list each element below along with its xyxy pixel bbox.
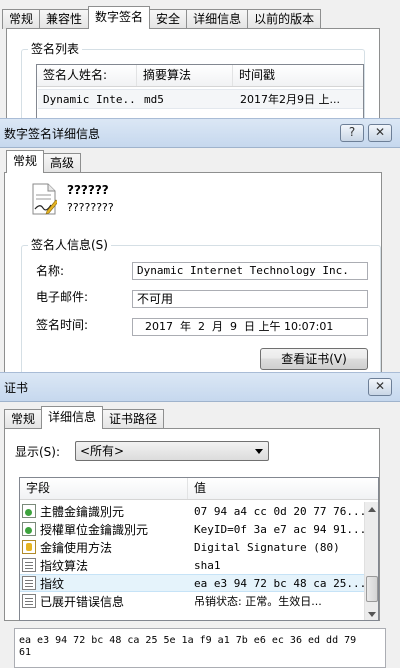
tab-advanced[interactable]: 高级 [43,153,82,173]
fields-list[interactable]: 字段 值 主體金鑰識別元 07 94 a4 cc 0d 20 77 76... … [19,477,379,621]
signing-time-label: 签名时间: [36,318,89,332]
field-value: Digital Signature (80) [194,540,340,554]
certificate-icon [22,522,36,536]
tab-general[interactable]: 常规 [4,409,43,429]
tab-general[interactable]: 常规 [2,9,41,29]
scroll-thumb[interactable] [366,576,378,602]
show-dropdown-value: <所有> [80,444,125,458]
close-button[interactable]: ✕ [368,124,392,142]
field-row[interactable]: 主體金鑰識別元 07 94 a4 cc 0d 20 77 76... [20,502,364,520]
signature-general-panel: ?????? ???????? 签名人信息(S) 名称: Dynamic Int… [4,172,382,375]
signature-list-group: 签名列表 签名人姓名: 摘要算法 时间戳 Dynamic Inte... md5… [21,41,365,122]
fields-scrollbar[interactable] [364,502,378,620]
certificate-details-panel: 显示(S): <所有> 字段 值 主體金鑰識別元 07 94 a4 cc 0d … [4,428,380,621]
name-label: 名称: [36,264,65,278]
scroll-up-arrow-icon[interactable] [368,507,376,512]
column-digest-algorithm[interactable]: 摘要算法 [137,65,233,86]
signer-info-title: 签名人信息(S) [28,237,111,253]
signature-details-title: 数字签名详细信息 [4,127,101,141]
chevron-down-icon [255,449,263,454]
certificate-title: 证书 [4,381,29,395]
signature-details-tabs: 常规 高级 [6,150,82,173]
properties-tabs: 常规 兼容性 数字签名 安全 详细信息 以前的版本 [2,6,322,29]
signature-tab-panel: 签名列表 签名人姓名: 摘要算法 时间戳 Dynamic Inte... md5… [6,28,380,122]
field-row[interactable]: 金鑰使用方法 Digital Signature (80) [20,538,364,556]
field-value: KeyID=0f 3a e7 ac 94 91... [194,522,364,536]
field-row[interactable]: 指纹算法 sha1 [20,556,364,574]
properties-window: 常规 兼容性 数字签名 安全 详细信息 以前的版本 签名列表 签名人姓名: 摘要… [0,0,400,122]
field-name: 指纹算法 [40,558,89,573]
view-certificate-button[interactable]: 查看证书(V) [260,348,368,370]
help-button[interactable]: ? [340,124,364,142]
key-icon [22,540,36,554]
field-name: 指纹 [40,576,65,591]
field-value: sha1 [194,558,221,572]
column-field[interactable]: 字段 [20,478,188,499]
signature-details-window: 数字签名详细信息 ? ✕ 常规 高级 ?????? ???????? 签名人信息… [0,118,400,375]
field-name: 已展开错误信息 [40,594,125,609]
tab-previous-versions[interactable]: 以前的版本 [247,9,322,29]
field-value: ea e3 94 72 bc 48 ca 25... [194,576,364,590]
signature-list-header: 签名人姓名: 摘要算法 时间戳 [37,65,363,87]
field-row-selected[interactable]: 指纹 ea e3 94 72 bc 48 ca 25... [20,574,364,592]
field-name: 金鑰使用方法 [40,540,113,555]
digest-algorithm: md5 [144,92,164,106]
email-label: 电子邮件: [36,290,89,304]
certificate-icon [22,504,36,518]
document-icon [22,558,36,572]
signature-info-subtitle: ???????? [67,201,114,214]
signature-list[interactable]: 签名人姓名: 摘要算法 时间戳 Dynamic Inte... md5 2017… [36,64,364,122]
tab-details[interactable]: 详细信息 [41,406,104,429]
name-value-field[interactable]: Dynamic Internet Technology Inc. [132,262,368,280]
signature-info-title: ?????? [67,183,109,197]
column-value[interactable]: 值 [188,478,378,499]
field-row[interactable]: 授權單位金鑰識別元 KeyID=0f 3a e7 ac 94 91... [20,520,364,538]
signer-info-group: 签名人信息(S) 名称: Dynamic Internet Technology… [21,237,381,375]
detail-text-line-1: ea e3 94 72 bc 48 ca 25 5e 1a f9 a1 7b e… [19,635,357,646]
certificate-tabs: 常规 详细信息 证书路径 [4,406,165,429]
show-dropdown[interactable]: <所有> [75,441,269,461]
tab-compatibility[interactable]: 兼容性 [39,9,90,29]
tab-general[interactable]: 常规 [6,150,45,173]
signer-name: Dynamic Inte... [43,92,138,106]
tab-security[interactable]: 安全 [149,9,188,29]
show-label: 显示(S): [15,445,61,459]
signature-details-titlebar[interactable]: 数字签名详细信息 ? ✕ [0,118,400,148]
signature-document-icon [31,183,59,215]
signature-list-title: 签名列表 [28,41,83,57]
document-icon [22,576,36,590]
field-row[interactable]: 已展开错误信息 吊销状态: 正常。生效日... [20,592,364,610]
timestamp: 2017年2月9日 上... [240,93,340,106]
tab-certification-path[interactable]: 证书路径 [102,409,165,429]
fields-list-header: 字段 值 [20,478,378,500]
tab-details[interactable]: 详细信息 [186,9,249,29]
field-detail-textbox[interactable]: ea e3 94 72 bc 48 ca 25 5e 1a f9 a1 7b e… [14,628,386,668]
email-value-field[interactable]: 不可用 [132,290,368,308]
detail-text-line-2: 61 [19,647,32,658]
field-value: 07 94 a4 cc 0d 20 77 76... [194,504,364,518]
signing-time-field[interactable]: 2017 年 2 月 9 日 上午 10:07:01 [132,318,368,336]
certificate-titlebar[interactable]: 证书 ✕ [0,372,400,402]
scroll-down-arrow-icon[interactable] [368,612,376,617]
fields-list-body: 主體金鑰識別元 07 94 a4 cc 0d 20 77 76... 授權單位金… [20,502,364,620]
column-signer-name[interactable]: 签名人姓名: [37,65,137,86]
tab-digital-signatures[interactable]: 数字签名 [88,6,151,29]
field-name: 主體金鑰識別元 [40,504,125,519]
signature-row[interactable]: Dynamic Inte... md5 2017年2月9日 上... [38,89,363,109]
close-button[interactable]: ✕ [368,378,392,396]
field-value: 吊销状态: 正常。生效日... [194,595,322,608]
certificate-window: 证书 ✕ 常规 详细信息 证书路径 显示(S): <所有> 字段 值 主體金鑰識… [0,372,400,668]
column-timestamp[interactable]: 时间戳 [233,65,363,86]
document-icon [22,594,36,608]
field-name: 授權單位金鑰識別元 [40,522,149,537]
